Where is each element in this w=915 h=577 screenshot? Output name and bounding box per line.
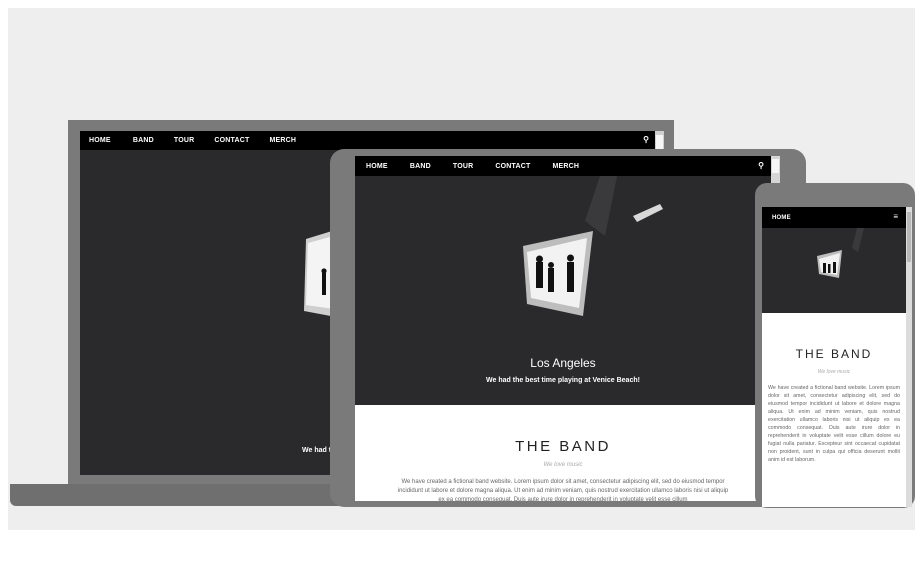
- band-tagline: We love music: [543, 462, 583, 468]
- nav-band[interactable]: BAND: [410, 163, 431, 170]
- nav-home[interactable]: HOME: [366, 163, 388, 170]
- phone-screen: HOME ≡ THE BAND We love music We have cr…: [762, 207, 912, 507]
- hero-title: Los Angeles: [530, 356, 596, 370]
- hero-photo: [523, 176, 663, 316]
- hero-section: [762, 228, 906, 313]
- search-icon[interactable]: ⚲: [758, 161, 764, 170]
- band-description: We have created a fictional band website…: [768, 385, 900, 463]
- laptop-base: [10, 484, 355, 506]
- hero-subtitle: We had the best time playing at Venice B…: [486, 377, 640, 384]
- nav-contact[interactable]: CONTACT: [214, 137, 249, 144]
- tablet-screen: HOME BAND TOUR CONTACT MERCH ⚲ Los Angel…: [355, 156, 780, 501]
- band-tagline: We love music: [817, 369, 851, 375]
- laptop-navbar: HOME BAND TOUR CONTACT MERCH ⚲: [80, 131, 655, 150]
- search-icon[interactable]: ⚲: [643, 135, 649, 144]
- phone-navbar: HOME ≡: [762, 207, 906, 228]
- nav-merch[interactable]: MERCH: [552, 163, 579, 170]
- hero-photo: [817, 228, 864, 278]
- band-title: THE BAND: [795, 347, 873, 361]
- band-description: We have created a fictional band website…: [397, 479, 729, 501]
- nav-tour[interactable]: TOUR: [453, 163, 474, 170]
- bottom-margin: [8, 530, 915, 577]
- tablet-navbar: HOME BAND TOUR CONTACT MERCH ⚲: [355, 156, 771, 176]
- nav-tour[interactable]: TOUR: [174, 137, 195, 144]
- nav-merch[interactable]: MERCH: [269, 137, 296, 144]
- hero-section: Los Angeles We had the best time playing…: [355, 176, 771, 405]
- hamburger-menu-icon[interactable]: ≡: [893, 212, 898, 221]
- nav-band[interactable]: BAND: [133, 137, 154, 144]
- phone-scrollbar[interactable]: [906, 207, 912, 507]
- band-title: THE BAND: [515, 438, 611, 455]
- nav-contact[interactable]: CONTACT: [495, 163, 530, 170]
- nav-home[interactable]: HOME: [772, 215, 791, 221]
- nav-home[interactable]: HOME: [89, 137, 111, 144]
